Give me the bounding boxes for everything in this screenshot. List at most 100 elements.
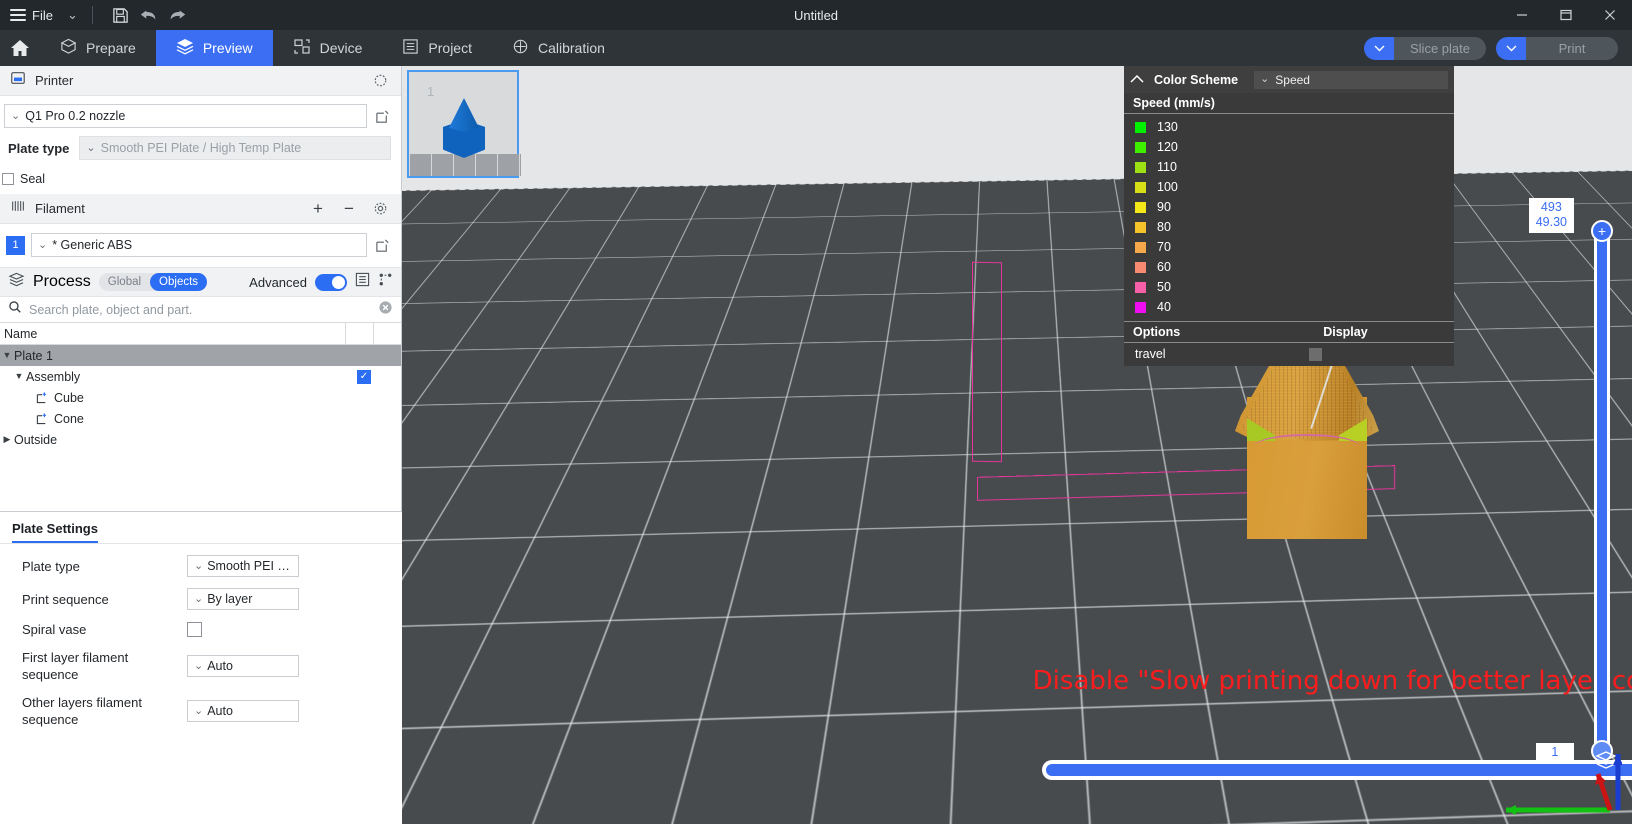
chevron-down-icon[interactable]: ⌄ [67,7,78,23]
plate-settings-row-print-sequence: Print sequence ⌄ By layer [0,588,402,610]
print-dropdown-icon[interactable] [1496,37,1526,60]
tree-row-cone[interactable]: Cone [0,408,401,429]
legend-item: 120 [1124,137,1454,157]
tab-calibration[interactable]: Calibration [492,30,625,66]
process-section-header: Process Global Objects Advanced [0,267,401,297]
home-icon[interactable] [0,30,40,66]
slice-plate-button[interactable]: Slice plate [1364,37,1486,60]
slice-plate-label[interactable]: Slice plate [1394,37,1486,60]
plate-type-row: Plate type ⌄ Smooth PEI Plate / High Tem… [0,128,401,160]
file-menu-label[interactable]: File [32,8,53,23]
tab-prepare[interactable]: Prepare [40,30,156,66]
object-tree: ▼ Plate 1 ▼ Assembly ✓ Cube Cone [0,345,401,450]
undo-icon[interactable] [135,0,163,30]
filament-slot-index[interactable]: 1 [6,236,25,255]
plate-thumbnail[interactable]: 1 [407,70,519,178]
filament-preset-value: * Generic ABS [52,238,132,252]
legend-item: 70 [1124,237,1454,257]
tree-row-assembly[interactable]: ▼ Assembly ✓ [0,366,401,387]
chevron-up-icon[interactable] [1130,71,1144,89]
legend-swatch [1135,222,1146,233]
chevron-down-icon: ⌄ [38,240,47,251]
filament-add-button[interactable]: + [307,198,329,220]
tree-row-outside[interactable]: ▶ Outside [0,429,401,450]
filament-preset-combo[interactable]: ⌄ * Generic ABS [31,233,367,257]
filament-edit-icon[interactable] [373,236,391,254]
legend-swatch [1135,162,1146,173]
legend-value: 70 [1157,240,1171,254]
chevron-down-icon: ⌄ [194,594,203,605]
advanced-toggle[interactable] [315,274,347,291]
tab-project[interactable]: Project [382,30,492,66]
color-scheme-value: Speed [1275,73,1310,87]
process-scope-global[interactable]: Global [99,273,150,291]
list-view-icon[interactable] [355,272,370,292]
first-layer-filament-combo[interactable]: ⌄ Auto [187,655,299,677]
tree-row-plate-1[interactable]: ▼ Plate 1 [0,345,401,366]
legend-item: 130 [1124,117,1454,137]
plate-settings-row-plate-type: Plate type ⌄ Smooth PEI … [0,555,402,577]
legend-value: 90 [1157,200,1171,214]
printer-edit-icon[interactable] [373,107,391,125]
clear-icon[interactable] [378,300,393,320]
plate-type-setting-combo[interactable]: ⌄ Smooth PEI … [187,555,299,577]
filament-settings-gear-icon[interactable] [369,198,391,220]
print-sequence-combo[interactable]: ⌄ By layer [187,588,299,610]
printer-section-header: Printer [0,66,401,96]
row-value: Auto [207,659,233,673]
legend-value: 80 [1157,220,1171,234]
legend-swatch [1135,182,1146,193]
travel-label: travel [1135,347,1166,361]
tab-device[interactable]: Device [273,30,383,66]
compare-icon[interactable] [378,272,393,292]
search-input[interactable] [29,303,371,317]
chevron-down-icon: ⌄ [194,561,203,572]
layer-slider[interactable]: + 493 49.30 1 0.10 [1594,224,1610,758]
chevron-down-icon: ⌄ [194,661,203,672]
column-name: Name [0,327,345,341]
row-label: First layer filament sequence [22,649,187,683]
close-icon[interactable] [1588,0,1632,30]
other-layers-filament-combo[interactable]: ⌄ Auto [187,700,299,722]
legend-subtitle: Speed (mm/s) [1124,93,1454,114]
redo-icon[interactable] [163,0,191,30]
layer-top-height: 49.30 [1536,215,1567,230]
save-icon[interactable] [107,0,135,30]
seal-checkbox[interactable] [2,173,14,185]
annotation-text: Disable "Slow printing down for better l… [980,666,1632,696]
chevron-right-icon[interactable]: ▶ [4,434,11,445]
filament-remove-button[interactable]: − [338,198,360,220]
legend-travel-row[interactable]: travel [1124,343,1454,365]
print-button[interactable]: Print [1496,37,1618,60]
chevron-down-icon[interactable]: ▼ [15,371,24,381]
printer-preset-combo[interactable]: ⌄ Q1 Pro 0.2 nozzle [4,104,367,128]
slice-plate-dropdown-icon[interactable] [1364,37,1394,60]
column-extra [373,323,401,345]
tab-preview-label: Preview [203,40,253,56]
legend-value: 130 [1157,120,1178,134]
tree-row-cube[interactable]: Cube [0,387,401,408]
menu-icon[interactable] [10,9,26,21]
process-scope-toggle[interactable]: Global Objects [99,273,207,291]
color-scheme-select[interactable]: ⌄ Speed [1254,71,1448,89]
chevron-down-icon: ⌄ [194,706,203,717]
assembly-visibility-checkbox[interactable]: ✓ [357,370,371,384]
chevron-down-icon[interactable]: ▼ [3,350,12,360]
travel-display-checkbox[interactable] [1309,348,1322,361]
plate-type-combo[interactable]: ⌄ Smooth PEI Plate / High Temp Plate [79,136,391,160]
printer-settings-gear-icon[interactable] [369,70,391,92]
legend-item: 100 [1124,177,1454,197]
print-label[interactable]: Print [1526,37,1618,60]
row-label: Plate type [22,558,187,575]
legend-swatch [1135,282,1146,293]
object-search-row[interactable] [0,297,401,323]
maximize-icon[interactable] [1544,0,1588,30]
tab-plate-settings[interactable]: Plate Settings [12,521,98,543]
tab-preview[interactable]: Preview [156,30,273,66]
seal-row[interactable]: Seal [0,160,401,194]
list-icon [402,38,419,58]
spiral-vase-checkbox[interactable] [187,622,202,637]
process-scope-objects[interactable]: Objects [150,273,207,291]
minimize-icon[interactable] [1500,0,1544,30]
layer-slider-top-handle[interactable]: + [1591,220,1613,242]
